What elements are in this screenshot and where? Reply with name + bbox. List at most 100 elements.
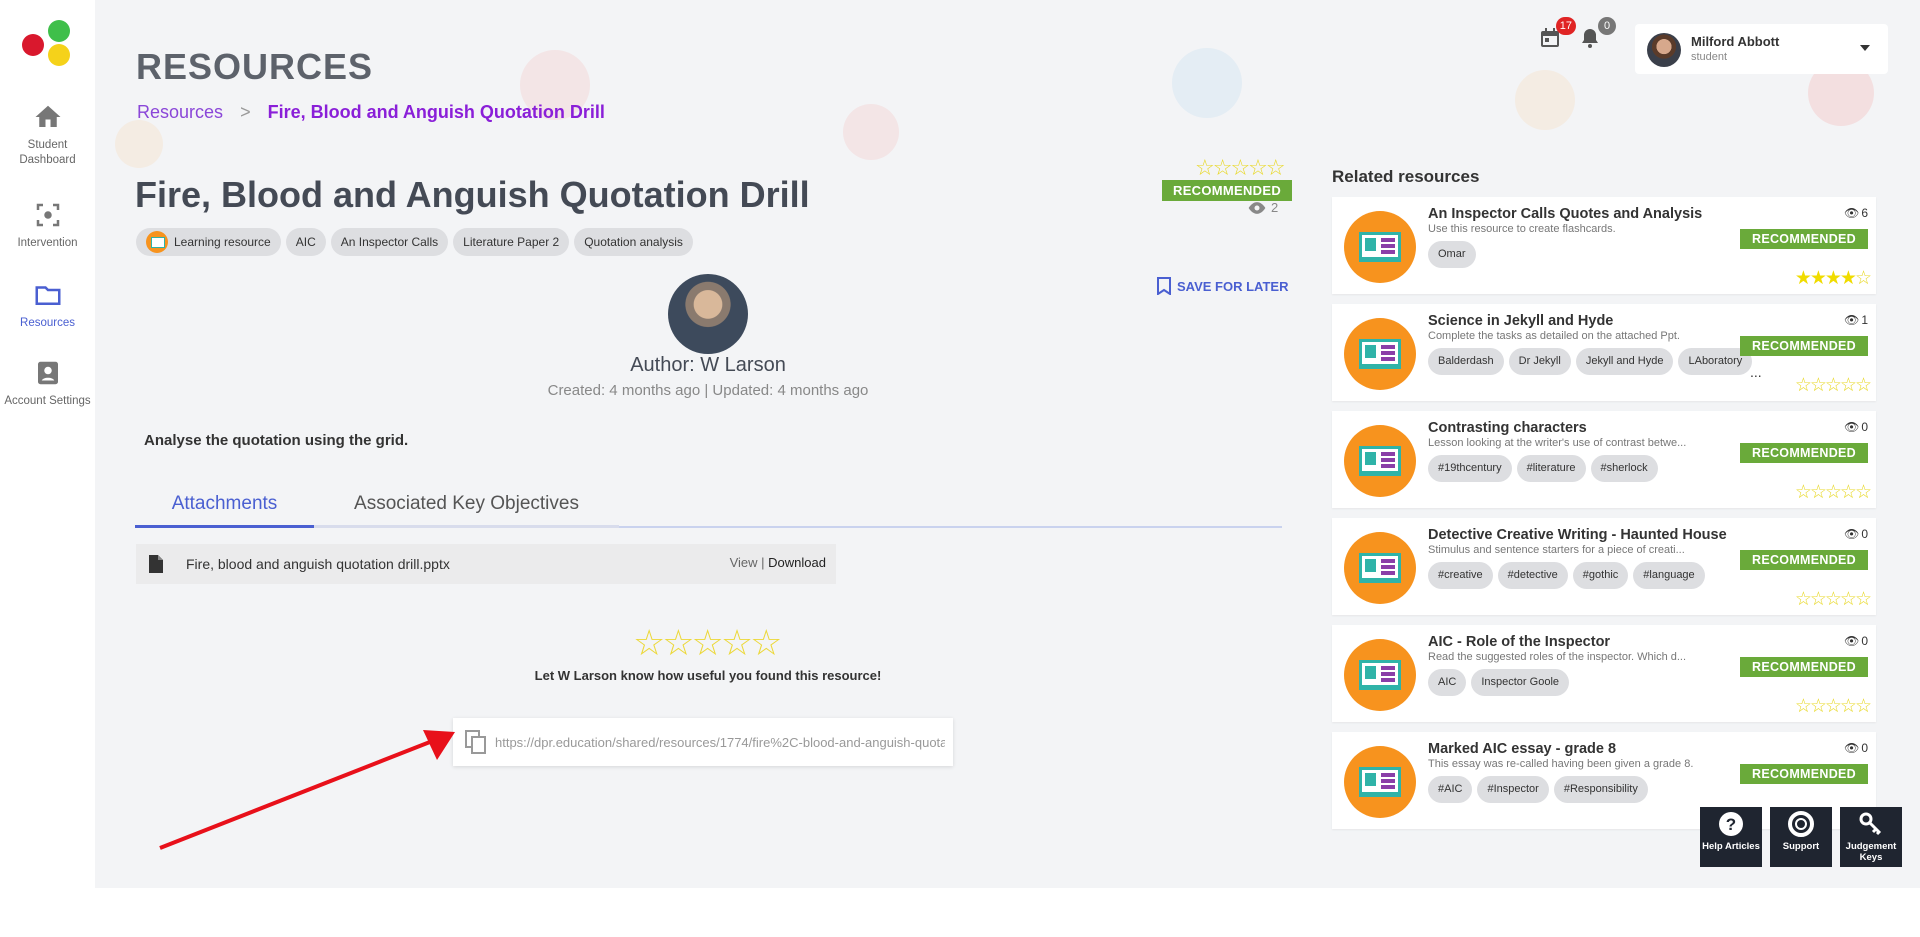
user-name: Milford Abbott bbox=[1691, 34, 1780, 49]
related-tag[interactable]: #literature bbox=[1516, 455, 1586, 482]
views-count: 6 bbox=[1861, 206, 1868, 220]
save-for-later-label: SAVE FOR LATER bbox=[1177, 278, 1289, 294]
calculator-bg-icon bbox=[1172, 48, 1242, 118]
related-stars: ★★★★☆ bbox=[1794, 267, 1872, 290]
related-views: 👁 0 bbox=[1844, 420, 1868, 434]
related-resource-card[interactable]: Contrasting characters Lesson looking at… bbox=[1332, 411, 1876, 508]
judgement-keys-button[interactable]: Judgement Keys bbox=[1840, 807, 1902, 867]
copy-icon[interactable] bbox=[465, 730, 487, 754]
related-resource-card[interactable]: Science in Jekyll and Hyde Complete the … bbox=[1332, 304, 1876, 401]
resource-rating-stars: ☆☆☆☆☆ bbox=[1195, 155, 1286, 180]
user-role: student bbox=[1691, 51, 1728, 63]
breadcrumb-current: Fire, Blood and Anguish Quotation Drill bbox=[267, 102, 605, 122]
author-name: Author: W Larson bbox=[630, 354, 786, 376]
share-url[interactable]: https://dpr.education/shared/resources/1… bbox=[495, 735, 945, 750]
notifications-badge: 0 bbox=[1598, 17, 1616, 35]
related-views: 👁 6 bbox=[1844, 206, 1868, 220]
support-button[interactable]: Support bbox=[1770, 807, 1832, 867]
related-resource-card[interactable]: AIC - Role of the Inspector Read the sug… bbox=[1332, 625, 1876, 722]
tag-literature-paper-2[interactable]: Literature Paper 2 bbox=[453, 228, 570, 256]
related-title: Detective Creative Writing - Haunted Hou… bbox=[1428, 527, 1727, 543]
related-desc: Use this resource to create flashcards. bbox=[1428, 223, 1616, 235]
tag-an-inspector-calls[interactable]: An Inspector Calls bbox=[330, 228, 449, 256]
save-for-later-button[interactable]: SAVE FOR LATER bbox=[1157, 277, 1288, 295]
rate-resource-stars[interactable]: ☆☆☆☆☆ bbox=[633, 622, 782, 664]
eye-icon: 👁 bbox=[1844, 741, 1860, 755]
share-link-box[interactable]: https://dpr.education/shared/resources/1… bbox=[453, 718, 953, 766]
related-tag[interactable]: #language bbox=[1633, 562, 1705, 589]
related-views: 👁 0 bbox=[1844, 634, 1868, 648]
related-tag[interactable]: Dr Jekyll bbox=[1508, 348, 1571, 375]
calendar-button[interactable]: 17 bbox=[1538, 17, 1576, 52]
related-resource-card[interactable]: An Inspector Calls Quotes and Analysis U… bbox=[1332, 197, 1876, 294]
actions-separator: | bbox=[757, 555, 769, 570]
related-tags: Balderdash Dr Jekyll Jekyll and Hyde LAb… bbox=[1428, 348, 1753, 375]
related-tag[interactable]: #sherlock bbox=[1590, 455, 1658, 482]
related-stars: ☆☆☆☆☆ bbox=[1795, 588, 1872, 611]
filled-stars: ★★★★ bbox=[1794, 268, 1857, 289]
sidebar-item-label: Intervention bbox=[17, 237, 78, 249]
related-tag[interactable]: AIC bbox=[1428, 669, 1467, 696]
related-tag[interactable]: Omar bbox=[1428, 241, 1476, 268]
related-tag[interactable]: Jekyll and Hyde bbox=[1575, 348, 1674, 375]
views-count: 0 bbox=[1861, 741, 1868, 755]
tab-associated-key-objectives[interactable]: Associated Key Objectives bbox=[314, 480, 619, 528]
learning-resource-icon bbox=[146, 231, 168, 253]
app-logo[interactable] bbox=[22, 20, 74, 72]
related-views: 👁 0 bbox=[1844, 527, 1868, 541]
related-tag[interactable]: Inspector Goole bbox=[1471, 669, 1569, 696]
related-title: Science in Jekyll and Hyde bbox=[1428, 313, 1614, 329]
recommended-badge: RECOMMENDED bbox=[1162, 180, 1293, 201]
tag-label: Literature Paper 2 bbox=[463, 235, 560, 249]
related-tag[interactable]: Balderdash bbox=[1428, 348, 1504, 375]
related-title: An Inspector Calls Quotes and Analysis bbox=[1428, 206, 1703, 222]
help-articles-button[interactable]: ? Help Articles bbox=[1700, 807, 1762, 867]
bookmark-icon bbox=[1157, 277, 1171, 295]
chevron-down-icon[interactable] bbox=[1860, 45, 1870, 51]
sidebar-item-account-settings[interactable]: Account Settings bbox=[0, 358, 95, 409]
view-link[interactable]: View bbox=[730, 555, 758, 570]
related-tag[interactable]: #AIC bbox=[1428, 776, 1473, 803]
sidebar-item-student-dashboard[interactable]: Student Dashboard bbox=[0, 102, 95, 168]
related-tags: AIC Inspector Goole bbox=[1428, 669, 1569, 696]
tab-attachments[interactable]: Attachments bbox=[135, 480, 314, 528]
eye-icon: 👁 bbox=[1844, 527, 1860, 541]
sidebar: Student Dashboard Intervention Resources… bbox=[0, 0, 95, 937]
resource-tabs: Attachments Associated Key Objectives bbox=[135, 480, 1282, 528]
file-icon bbox=[149, 555, 163, 573]
breadcrumb: Resources > Fire, Blood and Anguish Quot… bbox=[137, 102, 605, 123]
sidebar-item-intervention[interactable]: Intervention bbox=[0, 200, 95, 251]
attachment-actions: View | Download bbox=[730, 555, 826, 570]
views-count: 0 bbox=[1861, 527, 1868, 541]
empty-stars: ☆☆☆☆☆ bbox=[1794, 482, 1872, 503]
related-tag[interactable]: #Inspector bbox=[1477, 776, 1549, 803]
sidebar-item-label: Student Dashboard bbox=[19, 139, 76, 166]
lifebuoy-icon bbox=[1788, 811, 1814, 837]
header-icons: 17 0 bbox=[1538, 17, 1616, 52]
related-tags: Omar bbox=[1428, 241, 1476, 268]
related-tag[interactable]: #creative bbox=[1428, 562, 1493, 589]
resource-description: Analyse the quotation using the grid. bbox=[144, 432, 409, 449]
recommended-badge: RECOMMENDED bbox=[1740, 443, 1868, 463]
related-tag[interactable]: #gothic bbox=[1572, 562, 1629, 589]
related-resource-card[interactable]: Detective Creative Writing - Haunted Hou… bbox=[1332, 518, 1876, 615]
tag-quotation-analysis[interactable]: Quotation analysis bbox=[574, 228, 693, 256]
user-menu[interactable]: Milford Abbott student bbox=[1635, 24, 1888, 74]
related-tag[interactable]: #detective bbox=[1497, 562, 1568, 589]
related-resources-list: An Inspector Calls Quotes and Analysis U… bbox=[1332, 197, 1876, 839]
tag-aic[interactable]: AIC bbox=[285, 228, 326, 256]
notifications-button[interactable]: 0 bbox=[1578, 17, 1616, 52]
related-title: AIC - Role of the Inspector bbox=[1428, 634, 1611, 650]
resource-views: 2 bbox=[1247, 200, 1278, 215]
dna-bg-icon bbox=[1515, 70, 1575, 130]
related-stars: ☆☆☆☆☆ bbox=[1795, 695, 1872, 718]
sidebar-item-resources[interactable]: Resources bbox=[0, 280, 95, 331]
download-link[interactable]: Download bbox=[768, 555, 826, 570]
related-tag[interactable]: #19thcentury bbox=[1428, 455, 1512, 482]
eye-icon: 👁 bbox=[1844, 634, 1860, 648]
tag-learning-resource[interactable]: Learning resource bbox=[136, 228, 281, 256]
empty-stars: ☆ bbox=[1854, 268, 1872, 289]
views-count: 1 bbox=[1861, 313, 1868, 327]
related-tag[interactable]: #Responsibility bbox=[1553, 776, 1648, 803]
breadcrumb-resources-link[interactable]: Resources bbox=[137, 102, 223, 122]
